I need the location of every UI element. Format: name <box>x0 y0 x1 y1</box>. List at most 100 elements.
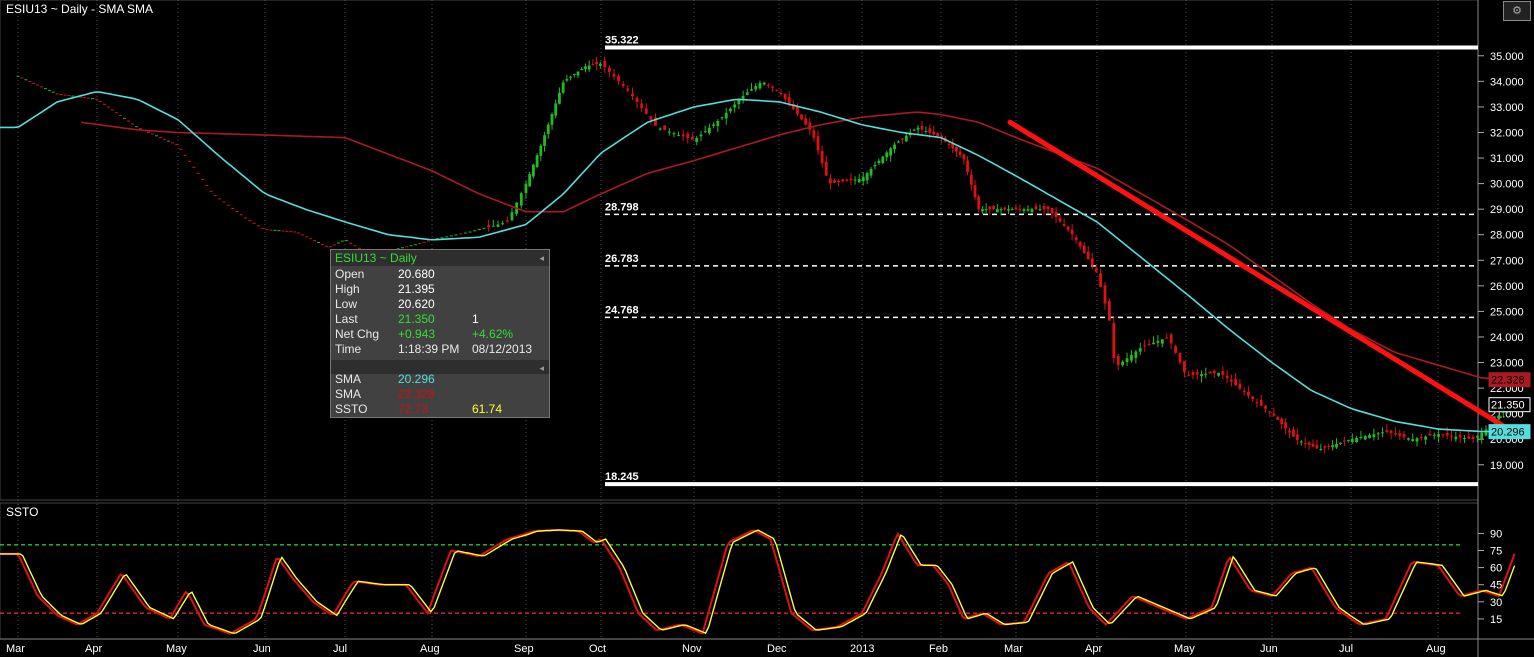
candle <box>766 84 770 86</box>
candle <box>1311 443 1315 447</box>
candle <box>1178 352 1182 363</box>
candle <box>1385 430 1389 432</box>
candle <box>845 179 849 181</box>
gear-icon[interactable]: ⚙ <box>1503 1 1531 21</box>
candle <box>885 152 889 158</box>
candle <box>1217 372 1220 376</box>
chart-canvas[interactable]: 35.000 34.000 33.000 32.000 31.000 30.000 29.0… <box>0 0 1534 657</box>
fib-level-label: 24.768 <box>605 304 639 316</box>
candle <box>812 130 816 138</box>
candle <box>861 177 865 182</box>
candle <box>1432 434 1436 436</box>
candle <box>1042 206 1046 210</box>
data-info-box[interactable]: ESIU13 ~ Daily ◂ Open 20.680 High 21.395… <box>330 249 550 418</box>
collapse-indicators-icon[interactable]: ◂ <box>539 363 544 374</box>
candle <box>897 141 900 143</box>
candle <box>1331 445 1335 448</box>
candle <box>1284 422 1287 429</box>
candle <box>686 133 690 139</box>
candle <box>901 138 904 140</box>
candle <box>733 104 737 108</box>
candle <box>672 133 676 135</box>
candle <box>1094 268 1098 272</box>
price-tick-label: 29.000 <box>1490 204 1524 216</box>
candle <box>754 86 758 90</box>
candle <box>750 89 753 91</box>
candle <box>1415 438 1419 442</box>
candle <box>928 128 932 133</box>
candle <box>712 124 716 126</box>
candle <box>916 127 920 130</box>
price-tick-label: 23.000 <box>1490 358 1524 370</box>
candle <box>1030 209 1034 213</box>
price-tick-label: 31.000 <box>1490 153 1524 165</box>
candle <box>1295 434 1299 440</box>
time-axis-label: Aug <box>1426 643 1446 655</box>
downtrend-line <box>1007 119 1518 436</box>
candle <box>824 161 828 176</box>
candle <box>554 103 558 116</box>
candle <box>1359 437 1363 439</box>
candle <box>1288 430 1291 433</box>
price-tick-label: 26.000 <box>1490 281 1524 293</box>
info-row-open: Open 20.680 <box>335 267 435 282</box>
candle <box>992 206 996 210</box>
ssto-tick-label: 60 <box>1490 563 1502 575</box>
candle <box>995 209 999 213</box>
info-value-secondary: 08/12/2013 <box>472 342 533 356</box>
candle <box>598 63 602 66</box>
info-label: Low <box>335 297 358 311</box>
price-tick-label: 25.000 <box>1490 306 1524 318</box>
candle <box>565 79 569 81</box>
time-axis-label: Jun <box>253 643 271 655</box>
candle <box>1147 344 1151 346</box>
candle <box>1346 440 1350 442</box>
candle <box>569 76 572 78</box>
candle <box>539 145 543 156</box>
candle <box>1339 442 1342 445</box>
candle <box>681 134 685 137</box>
candle <box>524 183 528 193</box>
candle <box>667 131 671 133</box>
info-label: SMA <box>335 387 362 401</box>
candle <box>1143 345 1147 347</box>
candle <box>1315 444 1319 449</box>
candle <box>1054 211 1058 218</box>
candle <box>1169 334 1173 344</box>
candle <box>699 134 703 137</box>
candle <box>889 148 893 156</box>
candle <box>1086 251 1090 260</box>
candle <box>737 100 741 105</box>
time-axis-label: Nov <box>682 643 702 655</box>
candle <box>1394 433 1397 435</box>
candle <box>644 108 648 114</box>
candle <box>1428 433 1432 436</box>
candle <box>1090 258 1094 266</box>
candle <box>1480 432 1484 439</box>
candle <box>999 209 1003 211</box>
candle <box>1323 446 1327 448</box>
candle <box>1264 405 1267 409</box>
info-value: 1:18:39 PM <box>398 342 460 356</box>
candle <box>969 174 973 185</box>
candle <box>977 196 981 210</box>
candle <box>1112 323 1116 358</box>
candle <box>833 180 836 183</box>
ssto-d-line <box>0 529 1516 635</box>
candle <box>1229 379 1233 382</box>
candle <box>658 128 662 130</box>
candle <box>1327 446 1331 448</box>
info-row-sma-slow: SMA 22.328 <box>335 387 435 402</box>
time-axis-label: Oct <box>589 643 606 655</box>
price-tick-label: 24.000 <box>1490 332 1524 344</box>
candle <box>912 129 916 131</box>
collapse-icon[interactable]: ◂ <box>539 253 544 264</box>
candle <box>1121 361 1125 366</box>
candle <box>1138 348 1142 352</box>
ssto-panel-frame <box>0 502 1479 640</box>
candle <box>1255 402 1259 404</box>
candle <box>595 61 599 65</box>
info-value: 72.73 <box>398 402 429 416</box>
candle <box>984 209 988 211</box>
candle <box>865 173 869 181</box>
